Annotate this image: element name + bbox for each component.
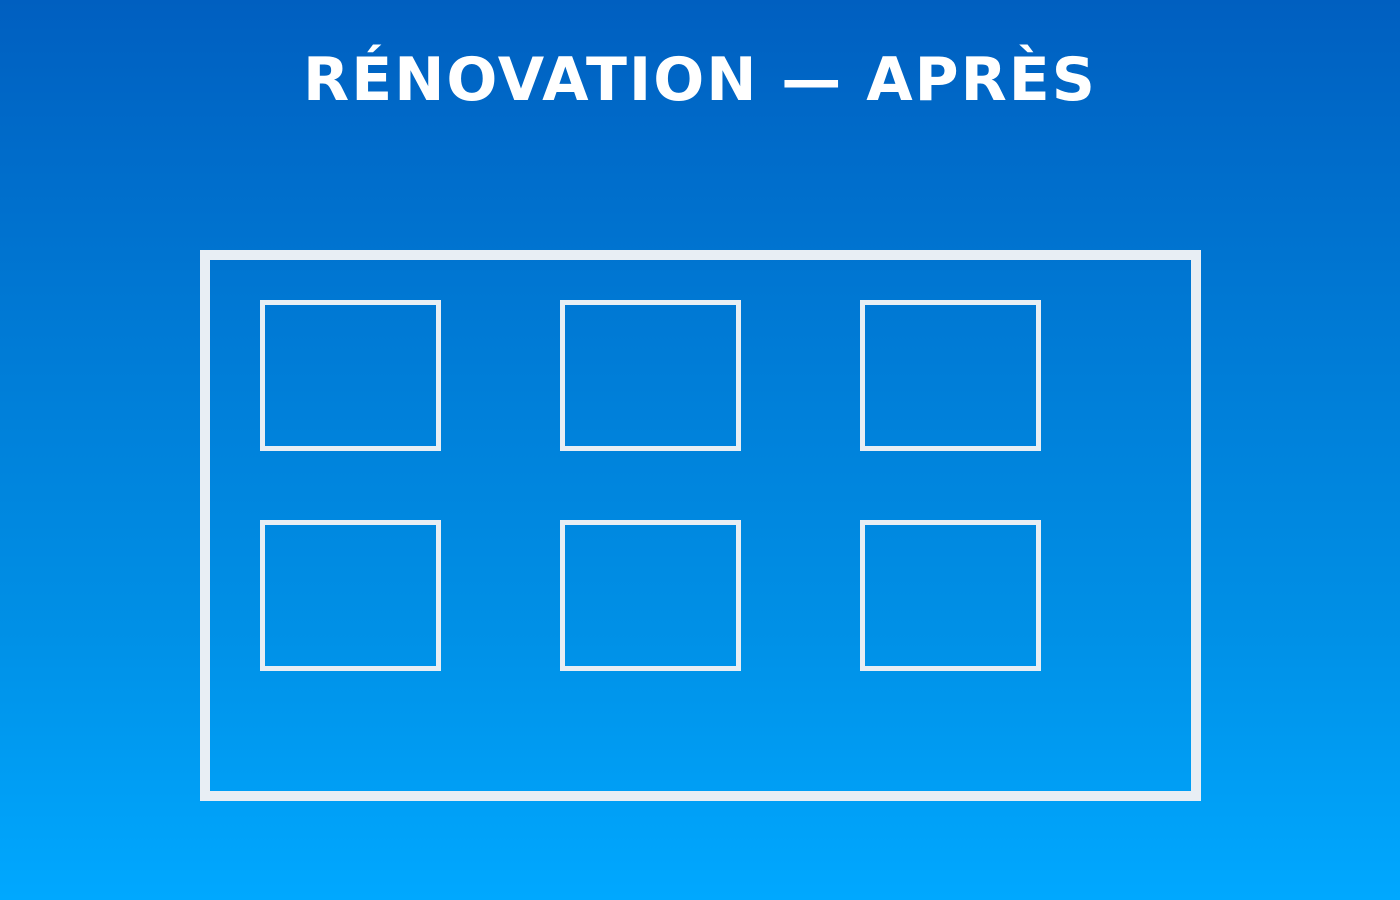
- window-row1-col1: [260, 300, 441, 451]
- building-facade-frame: [200, 250, 1201, 801]
- window-row2-col1: [260, 520, 441, 671]
- page-title: RÉNOVATION — APRÈS: [303, 45, 1097, 115]
- window-row1-col2: [560, 300, 741, 451]
- window-row1-col3: [860, 300, 1041, 451]
- window-row2-col3: [860, 520, 1041, 671]
- window-row2-col2: [560, 520, 741, 671]
- page: { "header": { "title": "RÉNOVATION — APR…: [0, 0, 1400, 900]
